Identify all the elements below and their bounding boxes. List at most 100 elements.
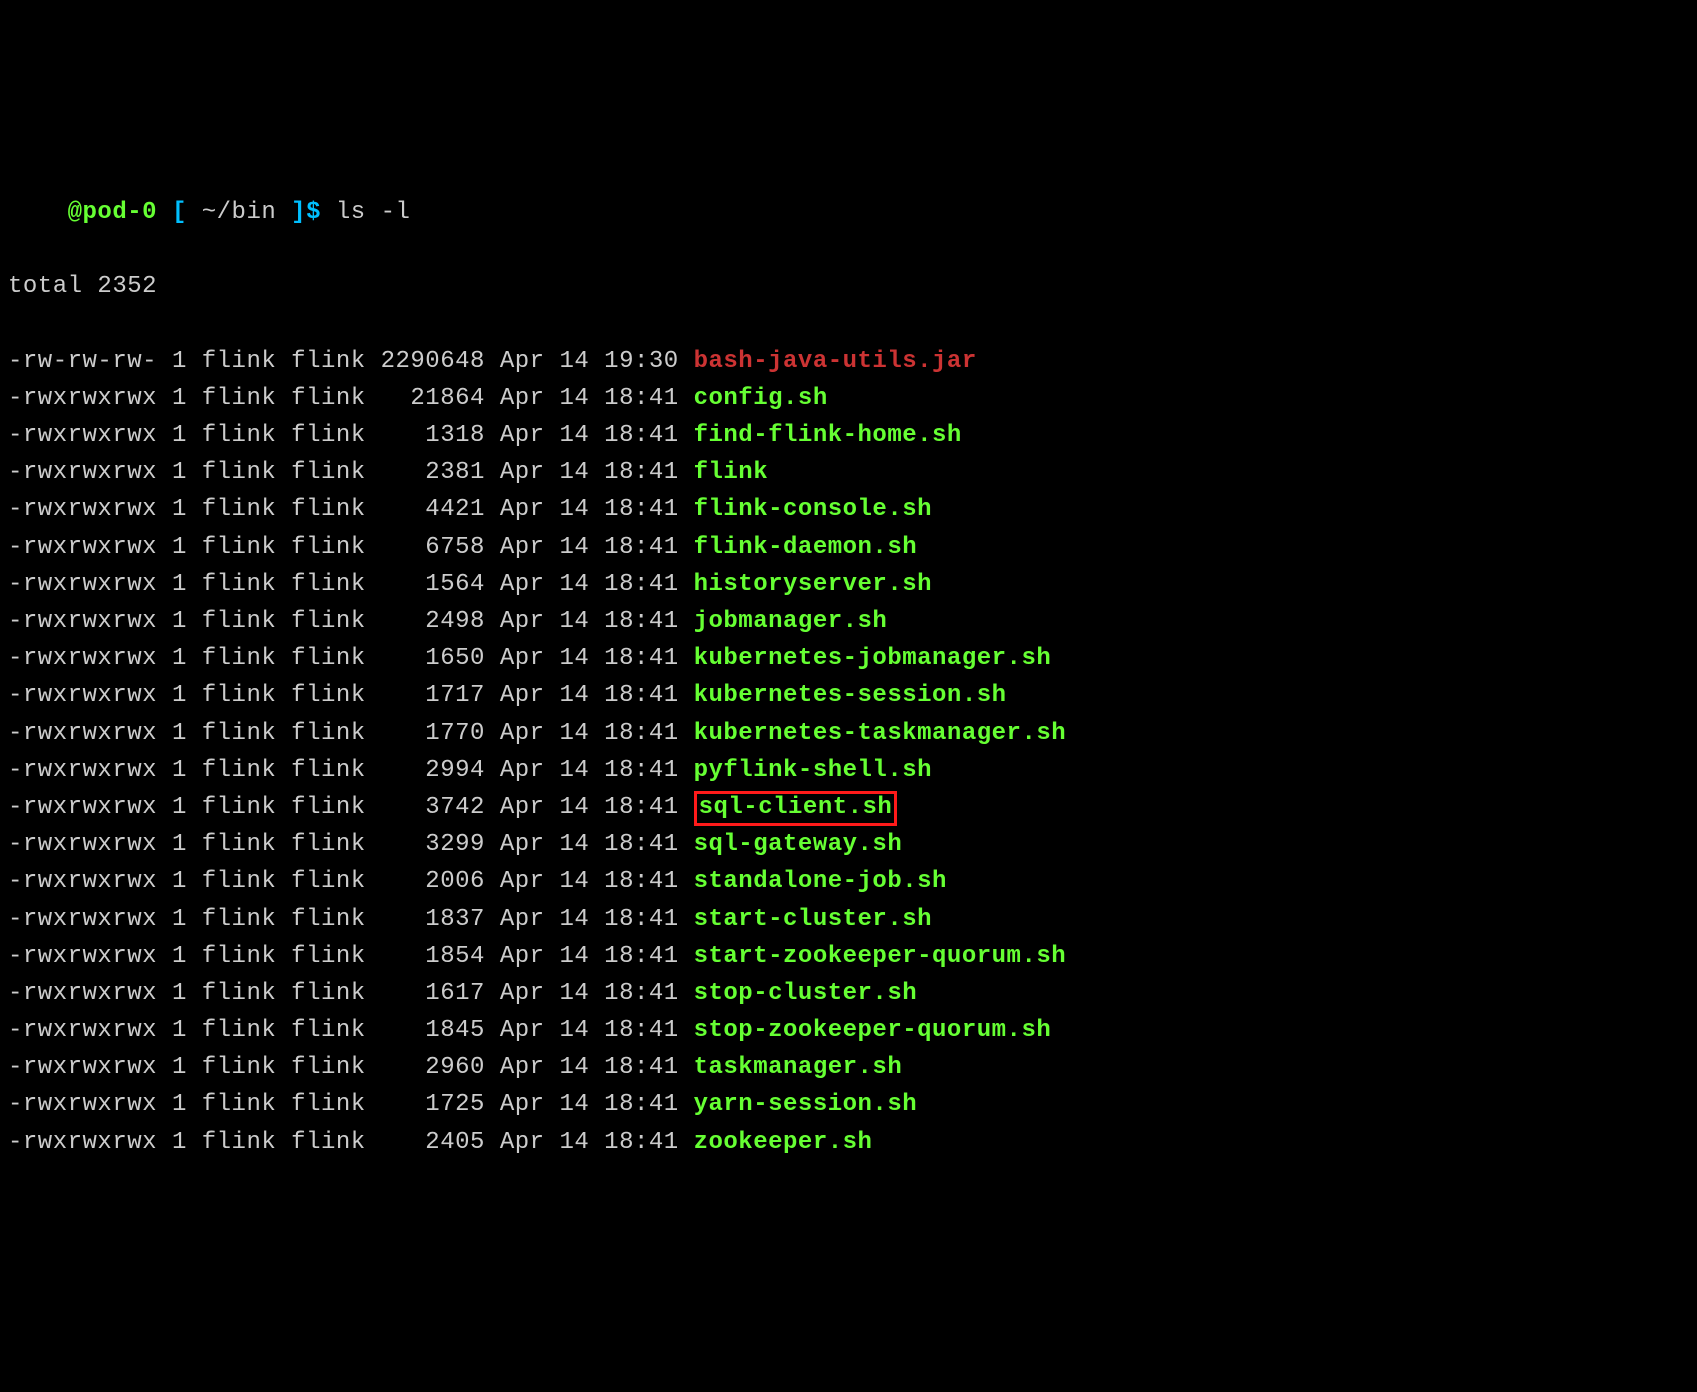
file-links: 1 (172, 1054, 187, 1081)
file-time: 18:41 (604, 868, 679, 895)
file-links: 1 (172, 459, 187, 486)
file-size: 3299 (381, 831, 485, 858)
file-day: 14 (559, 1054, 589, 1081)
file-time: 18:41 (604, 980, 679, 1007)
file-size: 21864 (381, 385, 485, 412)
file-permissions: -rwxrwxrwx (8, 496, 157, 523)
file-name: kubernetes-taskmanager.sh (694, 720, 1067, 747)
file-row: -rwxrwxrwx 1 flink flink 4421 Apr 14 18:… (8, 491, 1689, 528)
file-permissions: -rwxrwxrwx (8, 1091, 157, 1118)
file-owner: flink (202, 1129, 277, 1156)
file-name: config.sh (694, 385, 828, 412)
file-row: -rwxrwxrwx 1 flink flink 3299 Apr 14 18:… (8, 826, 1689, 863)
file-month: Apr (500, 757, 545, 784)
file-owner: flink (202, 943, 277, 970)
file-links: 1 (172, 1091, 187, 1118)
terminal-output[interactable]: @pod-0 [ ~/bin ]$ ls -l total 2352 -rw-r… (8, 157, 1689, 1198)
file-owner: flink (202, 348, 277, 375)
file-size: 1318 (381, 422, 485, 449)
prompt-open-bracket: [ (172, 199, 187, 226)
file-time: 19:30 (604, 348, 679, 375)
file-owner: flink (202, 459, 277, 486)
file-permissions: -rwxrwxrwx (8, 980, 157, 1007)
file-owner: flink (202, 496, 277, 523)
file-month: Apr (500, 459, 545, 486)
file-size: 2994 (381, 757, 485, 784)
file-owner: flink (202, 534, 277, 561)
file-links: 1 (172, 831, 187, 858)
file-time: 18:41 (604, 571, 679, 598)
file-day: 14 (559, 1017, 589, 1044)
file-month: Apr (500, 943, 545, 970)
file-owner: flink (202, 682, 277, 709)
file-owner: flink (202, 868, 277, 895)
file-links: 1 (172, 757, 187, 784)
file-row: -rwxrwxrwx 1 flink flink 2006 Apr 14 18:… (8, 863, 1689, 900)
file-owner: flink (202, 831, 277, 858)
file-time: 18:41 (604, 385, 679, 412)
file-links: 1 (172, 645, 187, 672)
file-permissions: -rwxrwxrwx (8, 608, 157, 635)
file-links: 1 (172, 571, 187, 598)
file-time: 18:41 (604, 682, 679, 709)
file-name: historyserver.sh (694, 571, 932, 598)
file-size: 2498 (381, 608, 485, 635)
file-row: -rwxrwxrwx 1 flink flink 1564 Apr 14 18:… (8, 566, 1689, 603)
file-month: Apr (500, 980, 545, 1007)
file-owner: flink (202, 794, 277, 821)
file-time: 18:41 (604, 794, 679, 821)
file-owner: flink (202, 980, 277, 1007)
file-size: 1564 (381, 571, 485, 598)
file-group: flink (291, 1017, 366, 1044)
file-name: flink (694, 459, 769, 486)
file-name: pyflink-shell.sh (694, 757, 932, 784)
file-time: 18:41 (604, 720, 679, 747)
file-day: 14 (559, 682, 589, 709)
file-name: stop-zookeeper-quorum.sh (694, 1017, 1052, 1044)
file-permissions: -rwxrwxrwx (8, 682, 157, 709)
file-time: 18:41 (604, 1054, 679, 1081)
file-group: flink (291, 608, 366, 635)
file-permissions: -rwxrwxrwx (8, 720, 157, 747)
file-links: 1 (172, 496, 187, 523)
file-time: 18:41 (604, 422, 679, 449)
file-month: Apr (500, 682, 545, 709)
file-name: start-zookeeper-quorum.sh (694, 943, 1067, 970)
file-row: -rwxrwxrwx 1 flink flink 1845 Apr 14 18:… (8, 1012, 1689, 1049)
file-month: Apr (500, 496, 545, 523)
file-group: flink (291, 868, 366, 895)
file-day: 14 (559, 385, 589, 412)
file-time: 18:41 (604, 608, 679, 635)
file-row: -rwxrwxrwx 1 flink flink 6758 Apr 14 18:… (8, 529, 1689, 566)
file-name: stop-cluster.sh (694, 980, 918, 1007)
file-name: yarn-session.sh (694, 1091, 918, 1118)
file-month: Apr (500, 422, 545, 449)
file-group: flink (291, 831, 366, 858)
file-owner: flink (202, 757, 277, 784)
file-size: 1845 (381, 1017, 485, 1044)
file-row: -rwxrwxrwx 1 flink flink 1617 Apr 14 18:… (8, 975, 1689, 1012)
file-links: 1 (172, 422, 187, 449)
file-links: 1 (172, 348, 187, 375)
file-permissions: -rwxrwxrwx (8, 1129, 157, 1156)
file-group: flink (291, 496, 366, 523)
file-permissions: -rwxrwxrwx (8, 794, 157, 821)
file-group: flink (291, 720, 366, 747)
file-group: flink (291, 757, 366, 784)
file-row: -rwxrwxrwx 1 flink flink 1717 Apr 14 18:… (8, 677, 1689, 714)
prompt-path: ~/bin (202, 199, 277, 226)
file-size: 1854 (381, 943, 485, 970)
file-month: Apr (500, 348, 545, 375)
file-links: 1 (172, 720, 187, 747)
file-day: 14 (559, 608, 589, 635)
file-time: 18:41 (604, 943, 679, 970)
file-month: Apr (500, 1129, 545, 1156)
file-group: flink (291, 534, 366, 561)
file-time: 18:41 (604, 496, 679, 523)
file-permissions: -rw-rw-rw- (8, 348, 157, 375)
file-group: flink (291, 348, 366, 375)
file-month: Apr (500, 534, 545, 561)
file-links: 1 (172, 385, 187, 412)
file-owner: flink (202, 1054, 277, 1081)
file-links: 1 (172, 682, 187, 709)
